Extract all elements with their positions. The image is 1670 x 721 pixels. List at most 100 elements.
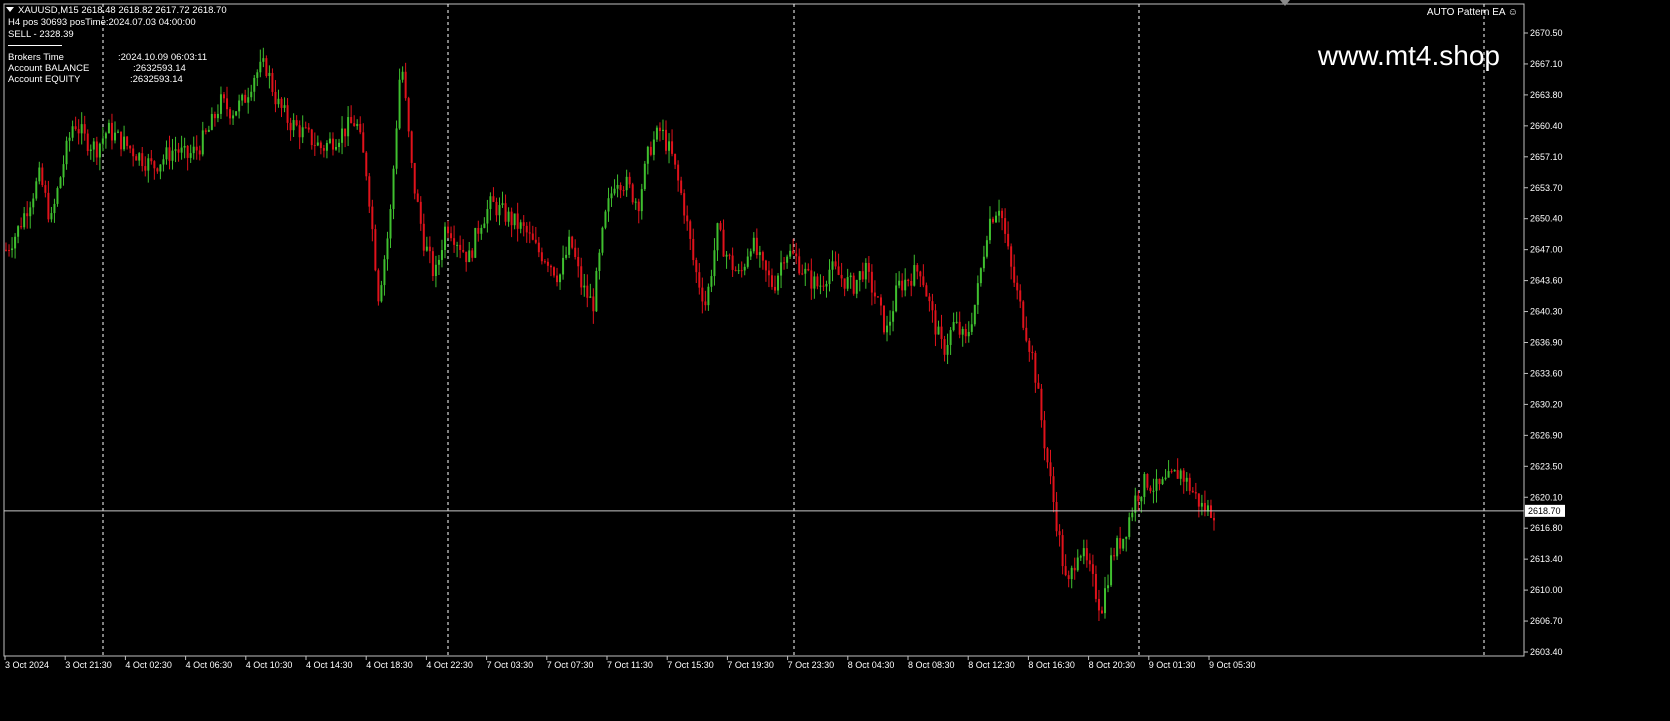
candle-body [910, 281, 913, 286]
chart-shift-marker-icon[interactable] [1280, 0, 1290, 6]
candle-body [159, 164, 162, 172]
candle-body [549, 265, 552, 268]
candle-body [41, 167, 44, 186]
candle-body [537, 242, 540, 253]
equity-value: :2632593.14 [130, 74, 183, 85]
candle-body [628, 176, 631, 185]
h4-pos-info: H4 pos 30693 posTime:2024.07.03 04:00:00 [8, 17, 196, 28]
candle-body [1019, 290, 1022, 302]
candle-body [510, 211, 513, 226]
candle-body [1049, 462, 1052, 477]
candle-body [486, 209, 489, 224]
candle-body [310, 129, 313, 146]
candle-body [925, 285, 928, 297]
candle-body [1110, 555, 1113, 586]
candle-body [480, 227, 483, 234]
candle-body [873, 292, 876, 297]
candle-body [189, 153, 192, 158]
candle-body [504, 203, 507, 222]
candle-body [970, 324, 973, 332]
candle-body [1113, 555, 1116, 557]
candle-body [1040, 388, 1043, 421]
x-tick-label: 9 Oct 01:30 [1149, 660, 1196, 670]
candle-body [913, 265, 916, 286]
y-tick-label: 2640.30 [1530, 307, 1563, 317]
candle-body [1122, 538, 1125, 549]
candle-body [1058, 531, 1061, 536]
candle-body [534, 239, 537, 243]
candle-body [998, 210, 1001, 216]
candle-body [17, 226, 20, 237]
candle-body [113, 132, 116, 141]
candle-body [471, 250, 474, 258]
candle-body [1179, 470, 1182, 479]
candle-body [855, 279, 858, 294]
candle-body [1203, 502, 1206, 512]
candle-body [886, 325, 889, 333]
candle-body [589, 296, 592, 298]
candle-body [338, 142, 341, 148]
candle-body [1167, 471, 1170, 478]
candle-body [213, 114, 216, 119]
candle-body [583, 285, 586, 288]
candle-body [889, 321, 892, 326]
candle-body [882, 305, 885, 333]
candle-body [437, 259, 440, 265]
candle-body [559, 274, 562, 283]
candle-body [619, 184, 622, 191]
candle-body [764, 260, 767, 271]
candlestick-chart[interactable]: 2670.50 2667.10 2663.80 2660.40 2657.10 2653.… [0, 0, 1670, 721]
candle-body [425, 246, 428, 251]
candle-body [934, 310, 937, 335]
candle-body [207, 129, 210, 132]
candle-body [604, 211, 607, 228]
candle-body [1025, 327, 1028, 341]
candle-body [840, 274, 843, 279]
y-tick-label: 2626.90 [1530, 430, 1563, 440]
candle-body [295, 120, 298, 126]
candle-body [577, 256, 580, 267]
candle-body [937, 326, 940, 335]
candle-body [1134, 495, 1137, 513]
candle-body [232, 115, 235, 119]
candle-body [447, 226, 450, 234]
x-tick-label: 4 Oct 22:30 [426, 660, 473, 670]
candle-body [129, 145, 132, 149]
chart-menu-arrow-icon[interactable] [6, 7, 14, 12]
candle-body [598, 252, 601, 271]
candle-body [716, 223, 719, 251]
candle-body [250, 91, 253, 98]
candle-body [680, 180, 683, 194]
candle-body [767, 270, 770, 276]
candle-body [1161, 479, 1164, 485]
candle-body [117, 131, 120, 133]
candle-body [540, 252, 543, 262]
x-tick-label: 3 Oct 2024 [5, 660, 49, 670]
candle-body [177, 149, 180, 153]
candle-body [165, 147, 168, 160]
candle-body [1176, 469, 1179, 479]
candle-body [474, 227, 477, 258]
candle-body [356, 123, 359, 126]
x-tick-label: 8 Oct 20:30 [1089, 660, 1136, 670]
candle-body [1213, 517, 1215, 521]
candle-body [107, 122, 110, 134]
candle-body [692, 238, 695, 261]
candle-body [11, 248, 14, 251]
candle-body [198, 150, 201, 155]
candle-body [674, 153, 677, 165]
candle-body [277, 98, 280, 105]
candle-body [519, 222, 522, 229]
candle-body [613, 188, 616, 194]
candle-body [413, 162, 416, 194]
candle-body [749, 251, 752, 257]
equity-label: Account EQUITY [8, 74, 81, 85]
candle-body [80, 124, 83, 134]
candle-body [416, 193, 419, 202]
candle-body [610, 193, 613, 199]
candle-body [1088, 560, 1091, 565]
candle-body [468, 250, 471, 263]
candle-body [870, 271, 873, 293]
candle-body [568, 236, 571, 255]
candle-body [241, 94, 244, 101]
